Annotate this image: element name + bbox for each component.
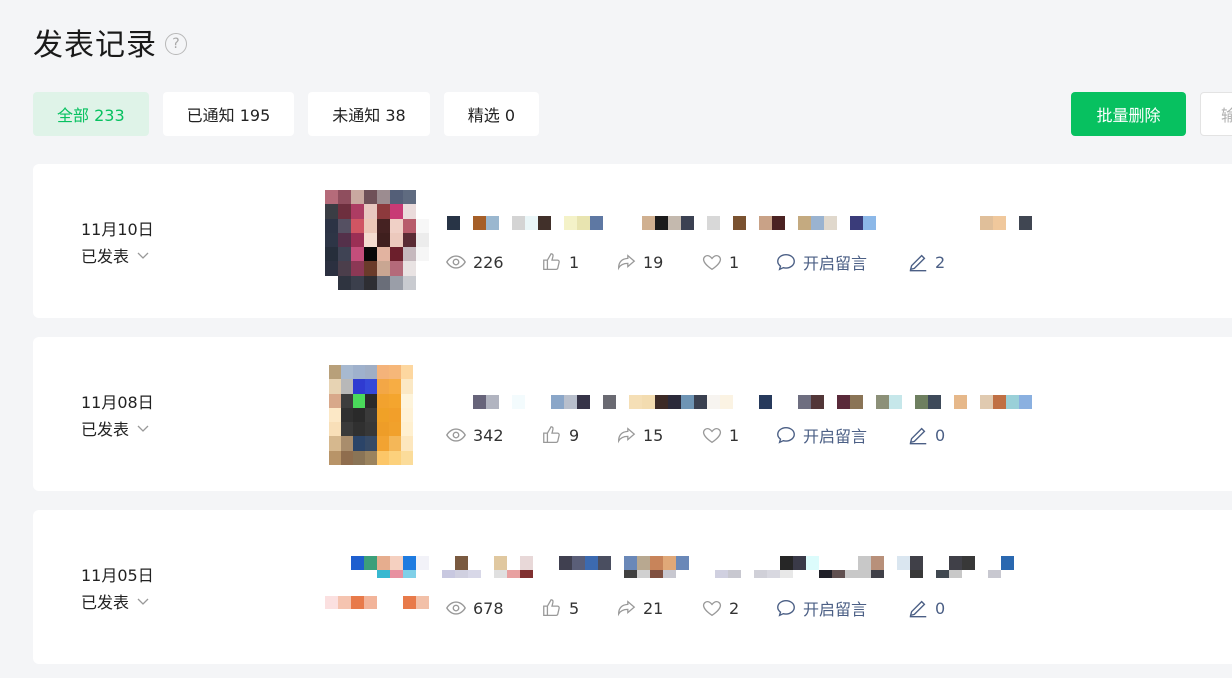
post-date: 11月10日 xyxy=(81,220,154,239)
filter-tab-unnotified[interactable]: 未通知 38 xyxy=(308,92,430,136)
comment-bubble-icon xyxy=(777,599,795,617)
pencil-icon xyxy=(909,600,927,618)
enable-comment-link[interactable]: 开启留言 xyxy=(775,423,907,447)
likes-count: 5 xyxy=(569,598,580,618)
stat-likes: 5 xyxy=(541,597,615,619)
comment-label: 开启留言 xyxy=(803,600,868,619)
post-status-label: 已发表 xyxy=(81,593,130,612)
pencil-icon xyxy=(909,427,927,445)
post-date: 11月05日 xyxy=(81,566,154,585)
chevron-down-icon xyxy=(137,425,149,432)
filter-tab-all[interactable]: 全部 233 xyxy=(33,92,149,136)
enable-comment-link[interactable]: 开启留言 xyxy=(775,250,907,274)
share-arrow-icon xyxy=(618,254,636,271)
stat-shares: 19 xyxy=(615,251,701,273)
thumbs-up-icon xyxy=(543,426,560,443)
post-status-dropdown[interactable]: 已发表 xyxy=(81,243,151,267)
stat-views: 226 xyxy=(445,251,541,273)
views-count: 226 xyxy=(473,252,504,272)
stat-wows: 1 xyxy=(701,424,775,446)
comment-label: 开启留言 xyxy=(803,427,868,446)
thumbs-up-icon xyxy=(543,599,560,616)
post-thumbnail[interactable] xyxy=(329,365,425,465)
views-count: 342 xyxy=(473,425,504,445)
wows-count: 2 xyxy=(729,598,740,618)
post-card: 11月08日 已发表 342 9 15 1 开启留言 0 xyxy=(33,337,1232,491)
stat-shares: 21 xyxy=(615,597,701,619)
edits-count: 2 xyxy=(935,252,946,272)
post-status-dropdown[interactable]: 已发表 xyxy=(81,589,151,613)
post-stats: 678 5 21 2 开启留言 0 xyxy=(445,596,945,620)
post-title-redacted[interactable] xyxy=(447,395,1045,411)
share-arrow-icon xyxy=(618,427,636,444)
edits-count: 0 xyxy=(935,598,946,618)
pencil-icon xyxy=(909,254,927,272)
post-stats: 226 1 19 1 开启留言 2 xyxy=(445,250,945,274)
likes-count: 9 xyxy=(569,425,580,445)
eye-icon xyxy=(446,428,466,442)
enable-comment-link[interactable]: 开启留言 xyxy=(775,596,907,620)
shares-count: 21 xyxy=(643,598,664,618)
heart-icon xyxy=(702,601,722,617)
post-card: 11月05日 已发表 678 5 21 2 开启留言 0 xyxy=(33,510,1232,664)
wows-count: 1 xyxy=(729,425,740,445)
eye-icon xyxy=(446,601,466,615)
heart-icon xyxy=(702,428,722,444)
eye-icon xyxy=(446,255,466,269)
edit-count-link[interactable]: 0 xyxy=(907,597,945,619)
stat-shares: 15 xyxy=(615,424,701,446)
likes-count: 1 xyxy=(569,252,580,272)
post-title-redacted[interactable] xyxy=(447,216,1032,232)
stat-wows: 1 xyxy=(701,251,775,273)
search-input[interactable]: 输 xyxy=(1200,92,1232,136)
edit-count-link[interactable]: 2 xyxy=(907,251,945,273)
post-status-label: 已发表 xyxy=(81,247,130,266)
post-thumbnail[interactable] xyxy=(325,596,429,609)
thumbs-up-icon xyxy=(543,253,560,270)
edits-count: 0 xyxy=(935,425,946,445)
stat-likes: 9 xyxy=(541,424,615,446)
filter-bar: 全部 233 已通知 195 未通知 38 精选 0 xyxy=(33,92,540,136)
shares-count: 15 xyxy=(643,425,664,445)
chevron-down-icon xyxy=(137,252,149,259)
comment-label: 开启留言 xyxy=(803,254,868,273)
post-card: 11月10日 已发表 226 1 19 1 开启留言 2 xyxy=(33,164,1232,318)
post-status-dropdown[interactable]: 已发表 xyxy=(81,416,151,440)
shares-count: 19 xyxy=(643,252,664,272)
post-status-label: 已发表 xyxy=(81,420,130,439)
edit-count-link[interactable]: 0 xyxy=(907,424,945,446)
page-title: 发表记录 ? xyxy=(33,20,187,64)
views-count: 678 xyxy=(473,598,504,618)
comment-bubble-icon xyxy=(777,253,795,271)
chevron-down-icon xyxy=(137,598,149,605)
wows-count: 1 xyxy=(729,252,740,272)
heart-icon xyxy=(702,255,722,271)
post-stats: 342 9 15 1 开启留言 0 xyxy=(445,423,945,447)
filter-tab-featured[interactable]: 精选 0 xyxy=(443,92,540,136)
filter-tab-notified[interactable]: 已通知 195 xyxy=(162,92,295,136)
stat-views: 342 xyxy=(445,424,541,446)
stat-views: 678 xyxy=(445,597,541,619)
post-title-redacted-line2 xyxy=(351,570,1001,578)
stat-wows: 2 xyxy=(701,597,775,619)
question-icon[interactable]: ? xyxy=(165,33,187,55)
share-arrow-icon xyxy=(618,600,636,617)
comment-bubble-icon xyxy=(777,426,795,444)
post-date: 11月08日 xyxy=(81,393,154,412)
batch-delete-button[interactable]: 批量删除 xyxy=(1071,92,1186,136)
stat-likes: 1 xyxy=(541,251,615,273)
post-thumbnail[interactable] xyxy=(325,190,429,290)
page-title-text: 发表记录 xyxy=(33,28,157,63)
